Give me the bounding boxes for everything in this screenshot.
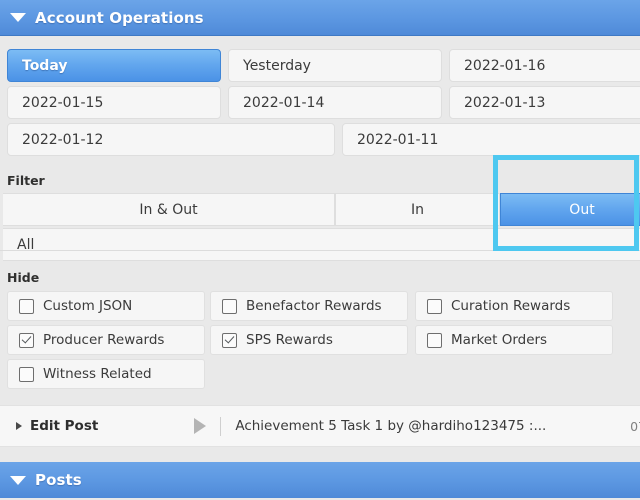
- date-button-2022-01-12[interactable]: 2022-01-12: [7, 123, 335, 156]
- hide-checkbox-label: Witness Related: [43, 366, 152, 382]
- hide-checkbox-witness-related[interactable]: Witness Related: [7, 359, 205, 389]
- caret-right-icon: [16, 422, 22, 430]
- hide-checkbox-label: Curation Rewards: [451, 298, 571, 314]
- hide-checkbox-label: Benefactor Rewards: [246, 298, 382, 314]
- hide-checkbox-label: Custom JSON: [43, 298, 133, 314]
- filter-options-row: In & Out In Out: [0, 193, 640, 226]
- date-row-1: Today Yesterday 2022-01-16: [0, 49, 640, 82]
- hide-checkbox-market-orders[interactable]: Market Orders: [415, 325, 613, 355]
- hide-group-label: Hide: [7, 270, 40, 285]
- caret-down-icon: [10, 475, 26, 485]
- hide-checkbox-sps-rewards[interactable]: SPS Rewards: [210, 325, 408, 355]
- checkbox-icon[interactable]: [427, 332, 442, 348]
- filter-all-row: All: [0, 228, 640, 261]
- section-title-account-operations: Account Operations: [35, 8, 204, 27]
- play-triangle-icon[interactable]: [194, 418, 207, 434]
- date-button-2022-01-15[interactable]: 2022-01-15: [7, 86, 221, 119]
- date-button-2022-01-11[interactable]: 2022-01-11: [342, 123, 640, 156]
- hide-checkbox-label: Market Orders: [451, 332, 548, 348]
- filter-option-in-and-out[interactable]: In & Out: [3, 193, 335, 226]
- date-button-yesterday[interactable]: Yesterday: [228, 49, 442, 82]
- date-button-today[interactable]: Today: [7, 49, 221, 82]
- hide-checkbox-producer-rewards[interactable]: Producer Rewards: [7, 325, 205, 355]
- filter-option-out[interactable]: Out: [500, 193, 640, 226]
- edit-post-row[interactable]: Edit Post Achievement 5 Task 1 by @hardi…: [0, 405, 640, 447]
- checkbox-icon[interactable]: [222, 298, 237, 314]
- filter-section-divider: [0, 250, 640, 251]
- date-button-2022-01-13[interactable]: 2022-01-13: [449, 86, 640, 119]
- hide-checkbox-label: SPS Rewards: [246, 332, 333, 348]
- checkbox-checked-icon[interactable]: [222, 332, 237, 348]
- section-title-posts: Posts: [35, 471, 82, 489]
- section-header-account-operations[interactable]: Account Operations: [0, 0, 640, 36]
- hide-checkbox-curation-rewards[interactable]: Curation Rewards: [415, 291, 613, 321]
- date-button-2022-01-14[interactable]: 2022-01-14: [228, 86, 442, 119]
- hide-row-1: Custom JSON Benefactor Rewards Curation …: [0, 291, 640, 324]
- vertical-separator: [220, 416, 222, 436]
- hide-row-3: Witness Related: [0, 359, 640, 392]
- date-row-3: 2022-01-12 2022-01-11: [0, 123, 640, 156]
- checkbox-checked-icon[interactable]: [19, 332, 34, 348]
- post-title-text: Achievement 5 Task 1 by @hardiho123475 :…: [235, 418, 547, 434]
- filter-group-label: Filter: [7, 173, 45, 188]
- date-row-2: 2022-01-15 2022-01-14 2022-01-13: [0, 86, 640, 119]
- date-button-2022-01-16[interactable]: 2022-01-16: [449, 49, 640, 82]
- checkbox-icon[interactable]: [19, 298, 34, 314]
- caret-down-icon: [10, 13, 26, 22]
- section-header-posts[interactable]: Posts: [0, 462, 640, 498]
- hide-row-2: Producer Rewards SPS Rewards Market Orde…: [0, 325, 640, 358]
- post-time-text: 07: [630, 419, 640, 434]
- hide-checkbox-custom-json[interactable]: Custom JSON: [7, 291, 205, 321]
- hide-checkbox-benefactor-rewards[interactable]: Benefactor Rewards: [210, 291, 408, 321]
- filter-option-all[interactable]: All: [3, 228, 640, 261]
- account-operations-panel: Account Operations Today Yesterday 2022-…: [0, 0, 640, 500]
- edit-post-label: Edit Post: [30, 418, 99, 434]
- filter-option-in[interactable]: In: [335, 193, 500, 226]
- checkbox-icon[interactable]: [427, 298, 442, 314]
- checkbox-icon[interactable]: [19, 366, 34, 382]
- hide-checkbox-label: Producer Rewards: [43, 332, 165, 348]
